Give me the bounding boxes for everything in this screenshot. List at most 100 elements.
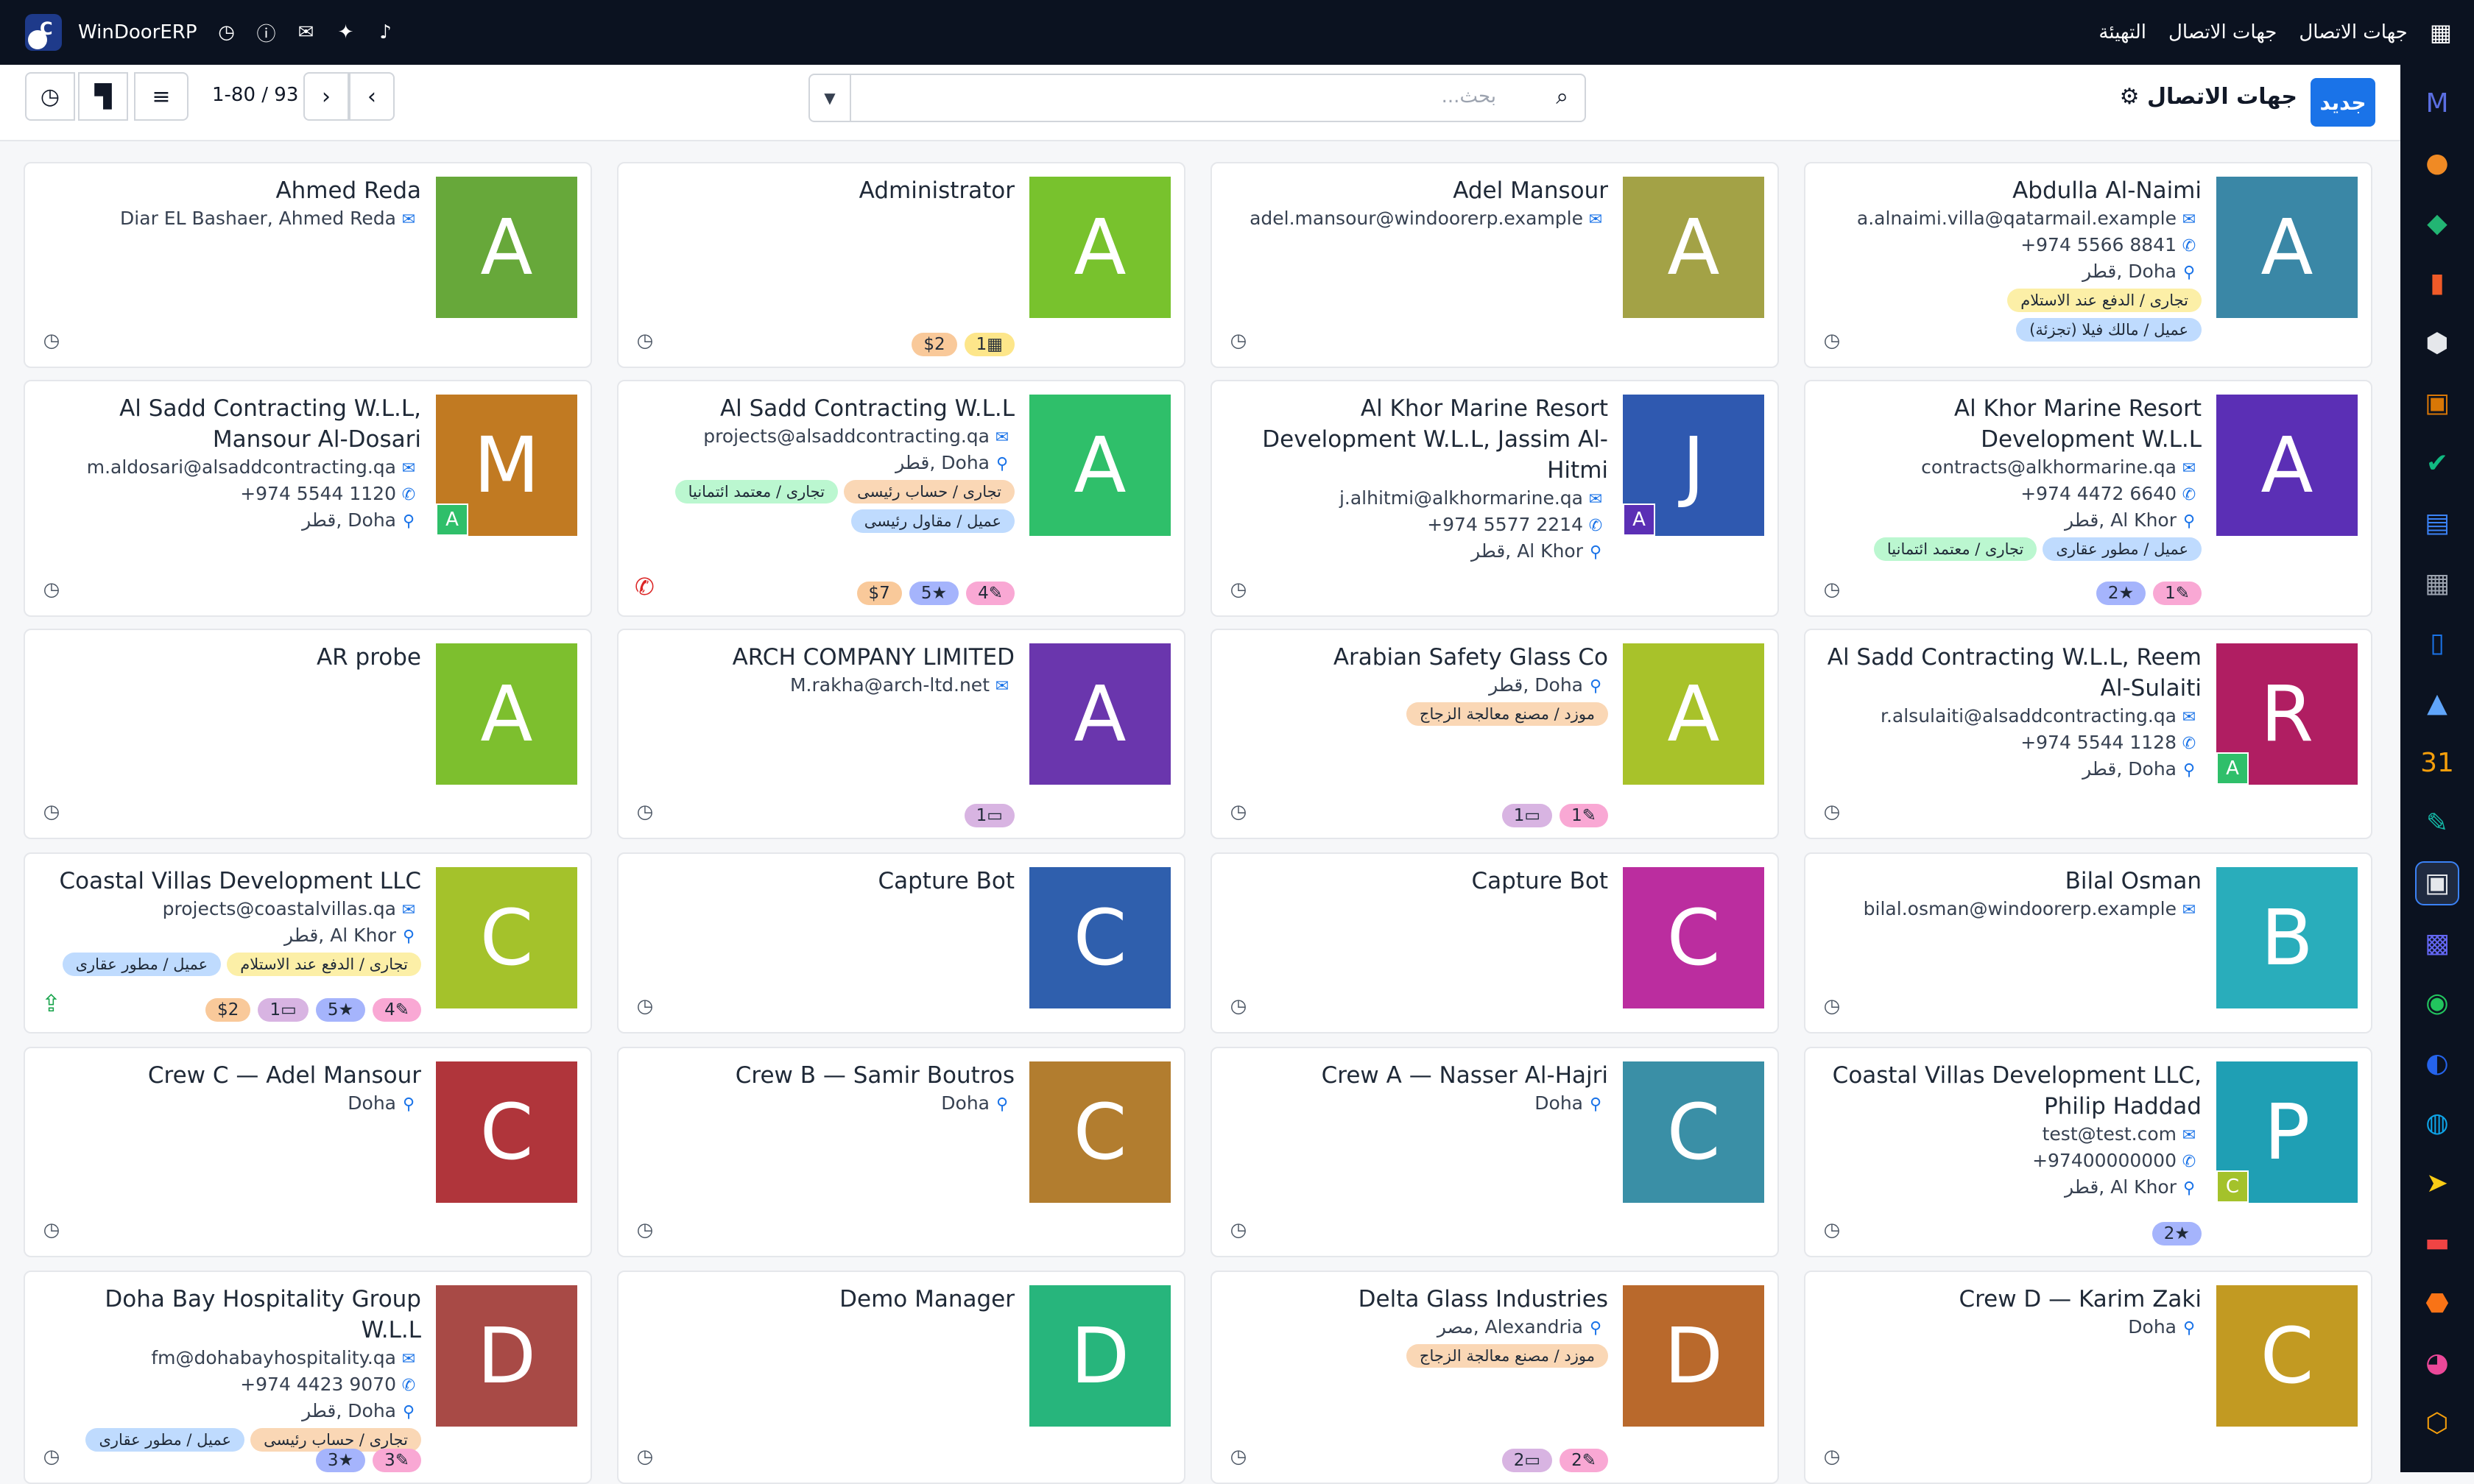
activity-view-button[interactable]: ◷ (25, 72, 75, 121)
photo-app-icon[interactable]: ▣ (2415, 381, 2459, 425)
gear-icon[interactable]: ⚙ (2120, 84, 2140, 110)
contact-card[interactable]: A Abdulla Al-Naimi ✉ a.alnaimi.villa@qatarm… (1804, 162, 2372, 368)
activity-clock-icon[interactable]: ◷ (1822, 330, 1842, 352)
chat-icon[interactable]: ✉ (296, 21, 317, 43)
pie-app-icon[interactable]: ◕ (2415, 1341, 2459, 1385)
activity-clock-icon[interactable]: ◷ (41, 1446, 62, 1468)
bell-icon[interactable]: ♪ (376, 21, 396, 43)
phone-call-icon[interactable]: ✆ (635, 573, 655, 601)
contact-card[interactable]: C Coastal Villas Development LLC ✉ projects… (24, 852, 592, 1034)
new-button[interactable]: جديد (2311, 78, 2375, 127)
stat-badge[interactable]: $2 (912, 333, 957, 356)
contact-card[interactable]: B Bilal Osman ✉ bilal.osman@windoorerp.exam… (1804, 852, 2372, 1034)
contact-card[interactable]: C Crew C — Adel Mansour ⚲ Doha ◷ (24, 1047, 592, 1257)
contact-card[interactable]: R A Al Sadd Contracting W.L.L, Reem Al-Sul… (1804, 629, 2372, 839)
kanban-view-button[interactable]: ▜ (78, 72, 128, 121)
contact-card[interactable]: D Doha Bay Hospitality Group W.L.L ✉ fm@doh… (24, 1271, 592, 1484)
stat-badge[interactable]: ★2 (2151, 1222, 2202, 1246)
stat-badge[interactable]: ★2 (2096, 582, 2146, 605)
megaphone-icon[interactable]: ✦ (336, 21, 356, 43)
discuss-app-icon[interactable]: ◆ (2415, 201, 2459, 245)
activity-clock-icon[interactable]: ◷ (1228, 801, 1249, 823)
chevron-down-icon[interactable]: ▼ (810, 75, 851, 121)
contact-card[interactable]: A ARCH COMPANY LIMITED ✉ M.rakha@arch-ltd.n… (617, 629, 1185, 839)
contact-card[interactable]: J A Al Khor Marine Resort Development W.L.… (1210, 380, 1779, 617)
studio-app-icon[interactable]: ⬣ (2415, 1281, 2459, 1325)
activity-clock-icon[interactable]: ◷ (635, 330, 655, 352)
activity-clock-icon[interactable]: ◷ (41, 1219, 62, 1241)
contact-card[interactable]: A Al Sadd Contracting W.L.L ✉ projects@alsa… (617, 380, 1185, 617)
activity-clock-icon[interactable]: ◷ (635, 1219, 655, 1241)
stat-badge[interactable]: ★5 (909, 582, 959, 605)
activity-clock-icon[interactable]: ◷ (1228, 330, 1249, 352)
activity-clock-icon[interactable]: ◷ (635, 801, 655, 823)
activity-clock-icon[interactable]: ◷ (635, 1446, 655, 1468)
pager-next-button[interactable]: › (303, 72, 349, 121)
contact-card[interactable]: P C Coastal Villas Development LLC, Philip… (1804, 1047, 2372, 1257)
stat-badge[interactable]: ✎4 (373, 998, 421, 1022)
upload-icon[interactable]: ⇪ (41, 989, 61, 1017)
project-app-icon[interactable]: ▦ (2415, 561, 2459, 605)
settings-app-icon[interactable]: ⬡ (2415, 1401, 2459, 1445)
stat-badge[interactable]: $7 (856, 582, 902, 605)
contact-card[interactable]: D Demo Manager ◷ (617, 1271, 1185, 1484)
activity-clock-icon[interactable]: ◷ (1822, 1219, 1842, 1241)
contact-card[interactable]: C Crew D — Karim Zaki ⚲ Doha ◷ (1804, 1271, 2372, 1484)
pager-value[interactable]: 1-80 / 93 (212, 84, 298, 106)
team-app-icon[interactable]: ▲ (2415, 681, 2459, 725)
activity-clock-icon[interactable]: ◷ (41, 330, 62, 352)
helpdesk-app-icon[interactable]: ◍ (2415, 1101, 2459, 1145)
search-input[interactable]: ▼ بحث... ⌕ (808, 74, 1586, 122)
pager-prev-button[interactable]: ‹ (349, 72, 395, 121)
whatsapp-app-icon[interactable]: ◉ (2415, 981, 2459, 1025)
planning-app-icon[interactable]: ◐ (2415, 1041, 2459, 1085)
contact-card[interactable]: A Adel Mansour ✉ adel.mansour@windoorerp.ex… (1210, 162, 1779, 368)
contact-card[interactable]: A AR probe ◷ (24, 629, 592, 839)
stat-badge[interactable]: ▭2 (1501, 1449, 1553, 1472)
send-app-icon[interactable]: ➤ (2415, 1161, 2459, 1205)
stat-badge[interactable]: $2 (205, 998, 251, 1022)
todo-app-icon[interactable]: ✔ (2415, 441, 2459, 485)
contact-card[interactable]: A Administrator ▦1 $2 ◷ (617, 162, 1185, 368)
contact-card[interactable]: C Crew B — Samir Boutros ⚲ Doha ◷ (617, 1047, 1185, 1257)
activity-clock-icon[interactable]: ◷ (1228, 579, 1249, 601)
activity-clock-icon[interactable]: ◷ (1822, 579, 1842, 601)
menu-contacts-app[interactable]: جهات الاتصال (2299, 21, 2407, 43)
stat-badge[interactable]: ▭1 (1501, 804, 1553, 827)
stat-badge[interactable]: ✎1 (2153, 582, 2202, 605)
activity-clock-icon[interactable]: ◷ (1228, 1219, 1249, 1241)
calendar-app-icon[interactable]: 31 (2415, 741, 2459, 785)
activity-clock-icon[interactable]: ◷ (635, 995, 655, 1017)
menu-contacts[interactable]: جهات الاتصال (2168, 21, 2277, 43)
clock-icon[interactable]: ◷ (216, 21, 237, 43)
menu-configuration[interactable]: التهيئة (2098, 21, 2146, 43)
contact-card[interactable]: C Capture Bot ◷ (1210, 852, 1779, 1034)
search-icon[interactable]: ⌕ (1556, 84, 1568, 110)
activity-clock-icon[interactable]: ◷ (1822, 1446, 1842, 1468)
inventory-app-icon[interactable]: ⬢ (2415, 321, 2459, 365)
dashboard-app-icon[interactable]: ▩ (2415, 921, 2459, 965)
help-icon[interactable]: ⓘ (256, 19, 277, 46)
sign-app-icon[interactable]: ✎ (2415, 801, 2459, 845)
list-view-button[interactable]: ≡ (134, 72, 188, 121)
tasks-app-icon[interactable]: ▬ (2415, 1221, 2459, 1265)
activity-clock-icon[interactable]: ◷ (1228, 995, 1249, 1017)
contact-card[interactable]: C Crew A — Nasser Al-Hajri ⚲ Doha ◷ (1210, 1047, 1779, 1257)
stat-badge[interactable]: ▭1 (258, 998, 309, 1022)
chart-app-icon[interactable]: ▮ (2415, 261, 2459, 305)
stat-badge[interactable]: ✎2 (1560, 1449, 1608, 1472)
chat-app-icon[interactable]: ● (2415, 141, 2459, 186)
stat-badge[interactable]: ★5 (315, 998, 366, 1022)
contact-card[interactable]: A Arabian Safety Glass Co ⚲ Doha ,قطر موزد /… (1210, 629, 1779, 839)
docs-app-icon[interactable]: ▯ (2415, 621, 2459, 665)
contacts-app-icon[interactable]: ▣ (2415, 861, 2459, 905)
contact-card[interactable]: A Ahmed Reda ✉ Diar EL Bashaer, Ahmed Reda ◷ (24, 162, 592, 368)
apps-grid-icon[interactable]: ▦ (2430, 18, 2452, 46)
activity-clock-icon[interactable]: ◷ (1228, 1446, 1249, 1468)
mail-app-icon[interactable]: M (2415, 81, 2459, 125)
stat-badge[interactable]: ★3 (315, 1449, 366, 1472)
contact-card[interactable]: D Delta Glass Industries ⚲ Alexandria ,مصر م… (1210, 1271, 1779, 1484)
stat-badge[interactable]: ▭1 (964, 804, 1015, 827)
activity-clock-icon[interactable]: ◷ (41, 579, 62, 601)
contact-card[interactable]: M A Al Sadd Contracting W.L.L, Mansour Al-… (24, 380, 592, 617)
